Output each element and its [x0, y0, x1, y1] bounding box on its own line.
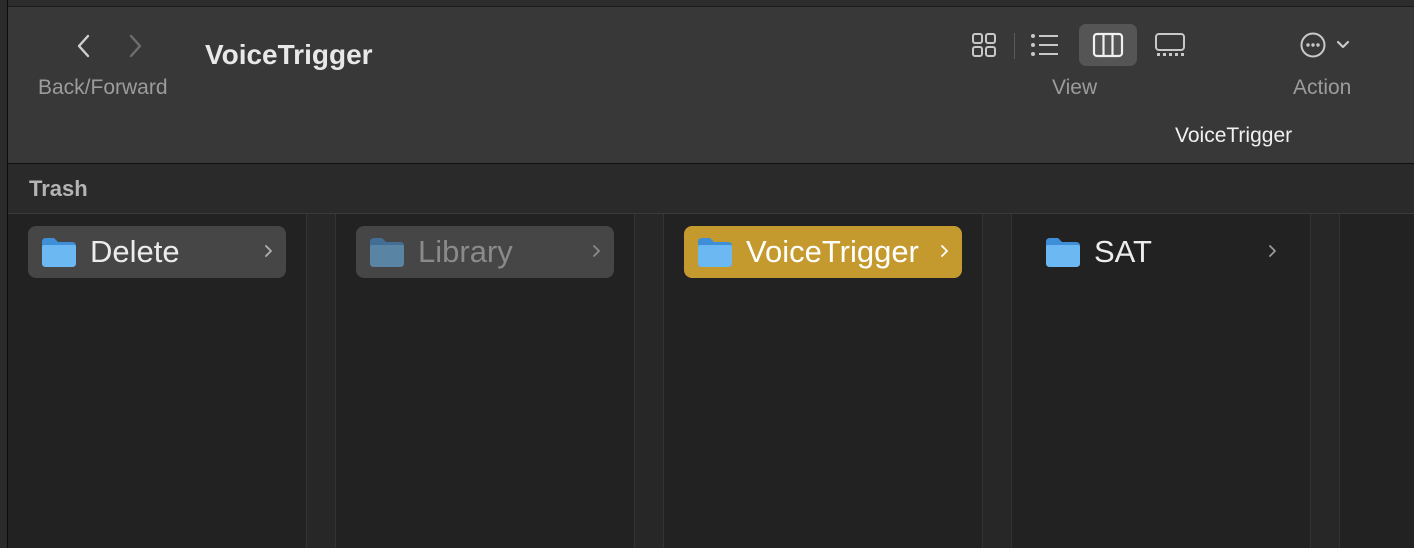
folder-icon: [1046, 238, 1080, 267]
folder-icon: [698, 238, 732, 267]
window-top-strip: [8, 0, 1414, 7]
list-view-button[interactable]: [1016, 24, 1074, 66]
chevron-right-icon: [1269, 245, 1276, 257]
chevron-left-icon: [77, 34, 90, 58]
chevron-right-icon: [593, 245, 600, 257]
list-item[interactable]: Delete: [28, 226, 286, 278]
item-name: SAT: [1094, 234, 1152, 269]
folder-icon: [42, 238, 76, 267]
column-1: Delete: [8, 214, 307, 548]
toolbar: Back/Forward VoiceTrigger View Action Vo…: [8, 7, 1414, 164]
item-name: Library: [418, 234, 513, 269]
path-bar: Trash: [8, 164, 1414, 214]
window-title: VoiceTrigger: [205, 39, 373, 70]
back-forward-label: Back/Forward: [38, 76, 168, 99]
list-item[interactable]: VoiceTrigger: [684, 226, 962, 278]
column-resize-gutter[interactable]: [307, 214, 336, 548]
folder-icon: [370, 238, 404, 267]
current-folder-label: VoiceTrigger: [1175, 124, 1293, 147]
chevron-right-icon: [129, 34, 142, 58]
column-browser: Delete Library VoiceTrigger SAT: [8, 214, 1414, 548]
grid-icon: [972, 33, 996, 57]
list-item[interactable]: SAT: [1032, 226, 1290, 278]
gallery-view-button[interactable]: [1141, 24, 1199, 66]
column-resize-gutter[interactable]: [983, 214, 1012, 548]
item-name: Delete: [90, 234, 180, 269]
ellipsis-circle-icon: [1300, 32, 1350, 58]
back-button[interactable]: [71, 33, 97, 59]
view-label: View: [1052, 76, 1098, 99]
action-button[interactable]: [1292, 24, 1362, 66]
column-2: Library: [336, 214, 635, 548]
chevron-right-icon: [265, 245, 272, 257]
icon-view-button[interactable]: [955, 24, 1013, 66]
list-icon: [1031, 34, 1058, 56]
chevron-right-icon: [941, 245, 948, 257]
columns-icon: [1092, 32, 1124, 58]
finder-window: Back/Forward VoiceTrigger View Action Vo…: [0, 0, 1414, 548]
column-view-button[interactable]: [1079, 24, 1137, 66]
column-3: VoiceTrigger: [664, 214, 983, 548]
forward-button[interactable]: [122, 33, 148, 59]
list-item[interactable]: Library: [356, 226, 614, 278]
gallery-icon: [1155, 33, 1185, 56]
view-separator: [1014, 33, 1015, 59]
action-label: Action: [1293, 76, 1352, 99]
column-resize-gutter[interactable]: [635, 214, 664, 548]
item-name: VoiceTrigger: [746, 234, 919, 269]
path-bar-label[interactable]: Trash: [29, 176, 88, 202]
column-4: SAT: [1012, 214, 1311, 548]
column-resize-gutter[interactable]: [1311, 214, 1340, 548]
window-left-edge: [0, 0, 8, 548]
